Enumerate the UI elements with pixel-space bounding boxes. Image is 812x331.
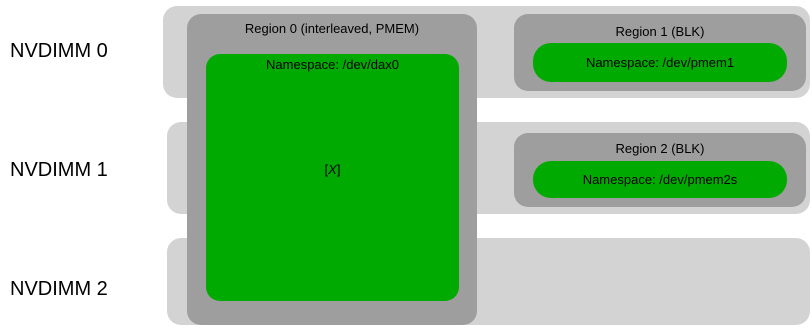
namespace-dax0: Namespace: /dev/dax0 [X] [206, 54, 459, 301]
nvdimm-2-label: NVDIMM 2 [10, 278, 108, 300]
region-1-title: Region 1 (BLK) [615, 24, 705, 39]
namespace-dax0-label: Namespace: /dev/dax0 [266, 57, 399, 72]
namespace-pmem1: Namespace: /dev/pmem1 [533, 43, 787, 82]
namespace-dax0-content: [X] [206, 162, 459, 178]
nvdimm-1-label: NVDIMM 1 [10, 159, 108, 181]
region-2: Region 2 (BLK) Namespace: /dev/pmem2s [514, 133, 806, 207]
region-0-title: Region 0 (interleaved, PMEM) [244, 21, 420, 36]
content-variable: X [328, 162, 337, 177]
region-0: Region 0 (interleaved, PMEM) Namespace: … [187, 14, 477, 325]
content-bracket-close: ] [336, 162, 341, 177]
region-2-title: Region 2 (BLK) [615, 141, 705, 156]
nvdimm-0-label: NVDIMM 0 [10, 40, 108, 62]
namespace-pmem2s: Namespace: /dev/pmem2s [533, 161, 787, 198]
region-1: Region 1 (BLK) Namespace: /dev/pmem1 [514, 14, 806, 91]
